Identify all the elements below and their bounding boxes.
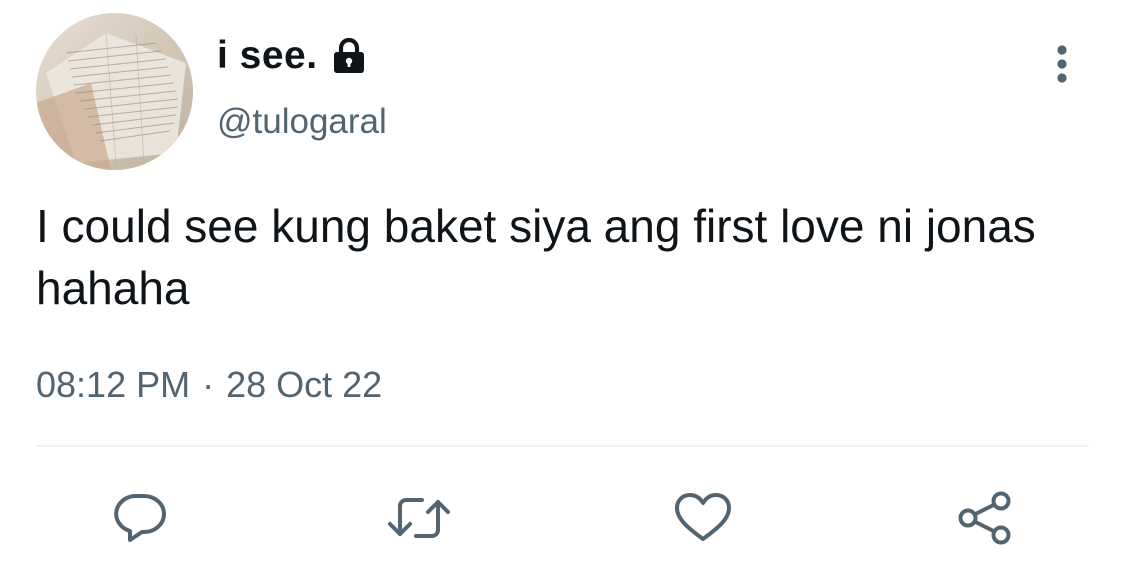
more-options-button[interactable] [1042, 42, 1082, 86]
divider [36, 445, 1089, 447]
retweet-icon [388, 498, 450, 538]
tweet-date: 28 Oct 22 [226, 364, 383, 405]
like-button[interactable] [667, 482, 739, 554]
timestamp-separator: · [202, 364, 215, 405]
more-dots-icon [1057, 45, 1067, 83]
share-button[interactable] [949, 482, 1021, 554]
tweet-timestamp[interactable]: 08:12 PM · 28 Oct 22 [36, 362, 382, 408]
author-name-row[interactable]: i see. [217, 32, 366, 80]
avatar[interactable] [36, 13, 193, 170]
share-icon [958, 491, 1011, 545]
author-handle[interactable]: @tulogaral [217, 100, 387, 144]
lock-icon [332, 38, 366, 74]
heart-icon [675, 493, 731, 541]
tweet-text: I could see kung baket siya ang first lo… [36, 200, 1036, 314]
avatar-image [36, 13, 193, 170]
reply-button[interactable] [103, 482, 175, 554]
retweet-button[interactable] [383, 482, 455, 554]
tweet-time: 08:12 PM [36, 364, 191, 405]
reply-icon [114, 494, 166, 542]
display-name[interactable]: i see. [217, 32, 318, 80]
